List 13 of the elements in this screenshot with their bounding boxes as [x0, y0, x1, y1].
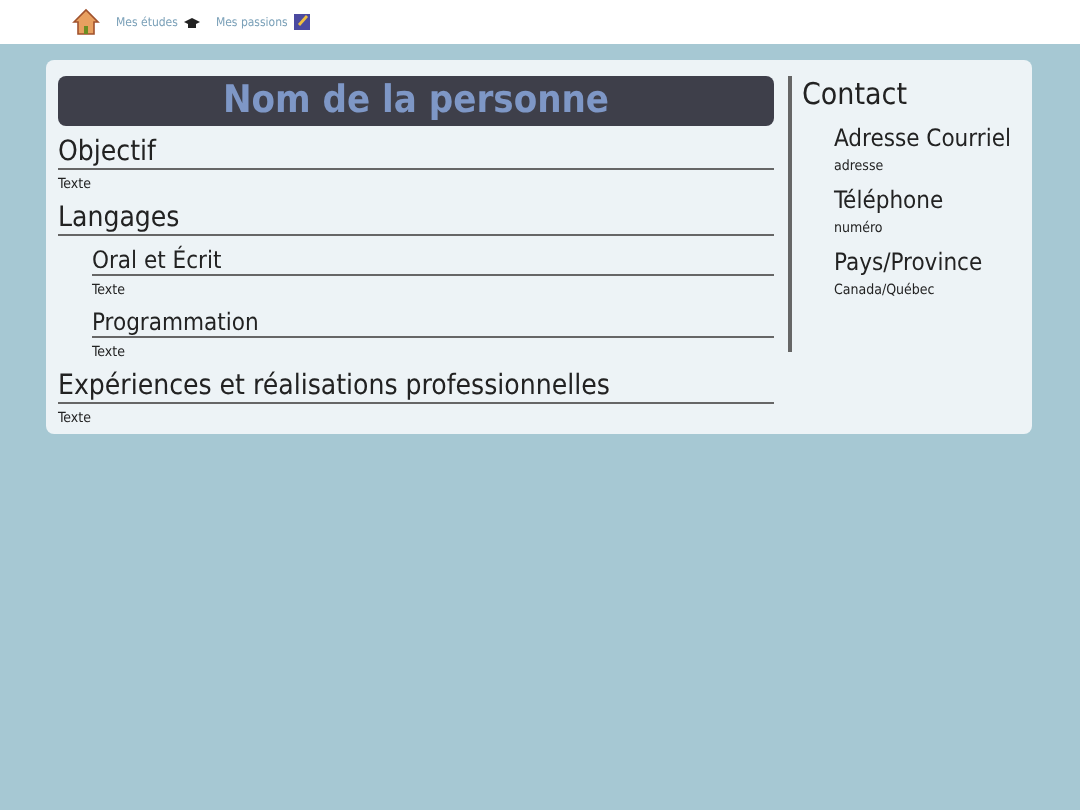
section-heading: Programmation [92, 308, 774, 338]
section-heading: Objectif [58, 136, 774, 170]
section-heading: Expériences et réalisations professionnelles [58, 370, 774, 404]
section-heading: Oral et Écrit [92, 246, 774, 276]
contact-label: Téléphone [834, 186, 946, 214]
section-heading: Langages [58, 202, 774, 236]
graduation-cap-icon [183, 15, 200, 29]
contact-label: Pays/Province [834, 248, 985, 276]
paintbrush-icon [293, 14, 310, 30]
person-name: Nom de la personne [58, 76, 774, 126]
contact-label: Adresse Courriel [834, 124, 1013, 152]
house-icon[interactable] [72, 8, 100, 36]
contact-heading: Contact [802, 76, 909, 112]
